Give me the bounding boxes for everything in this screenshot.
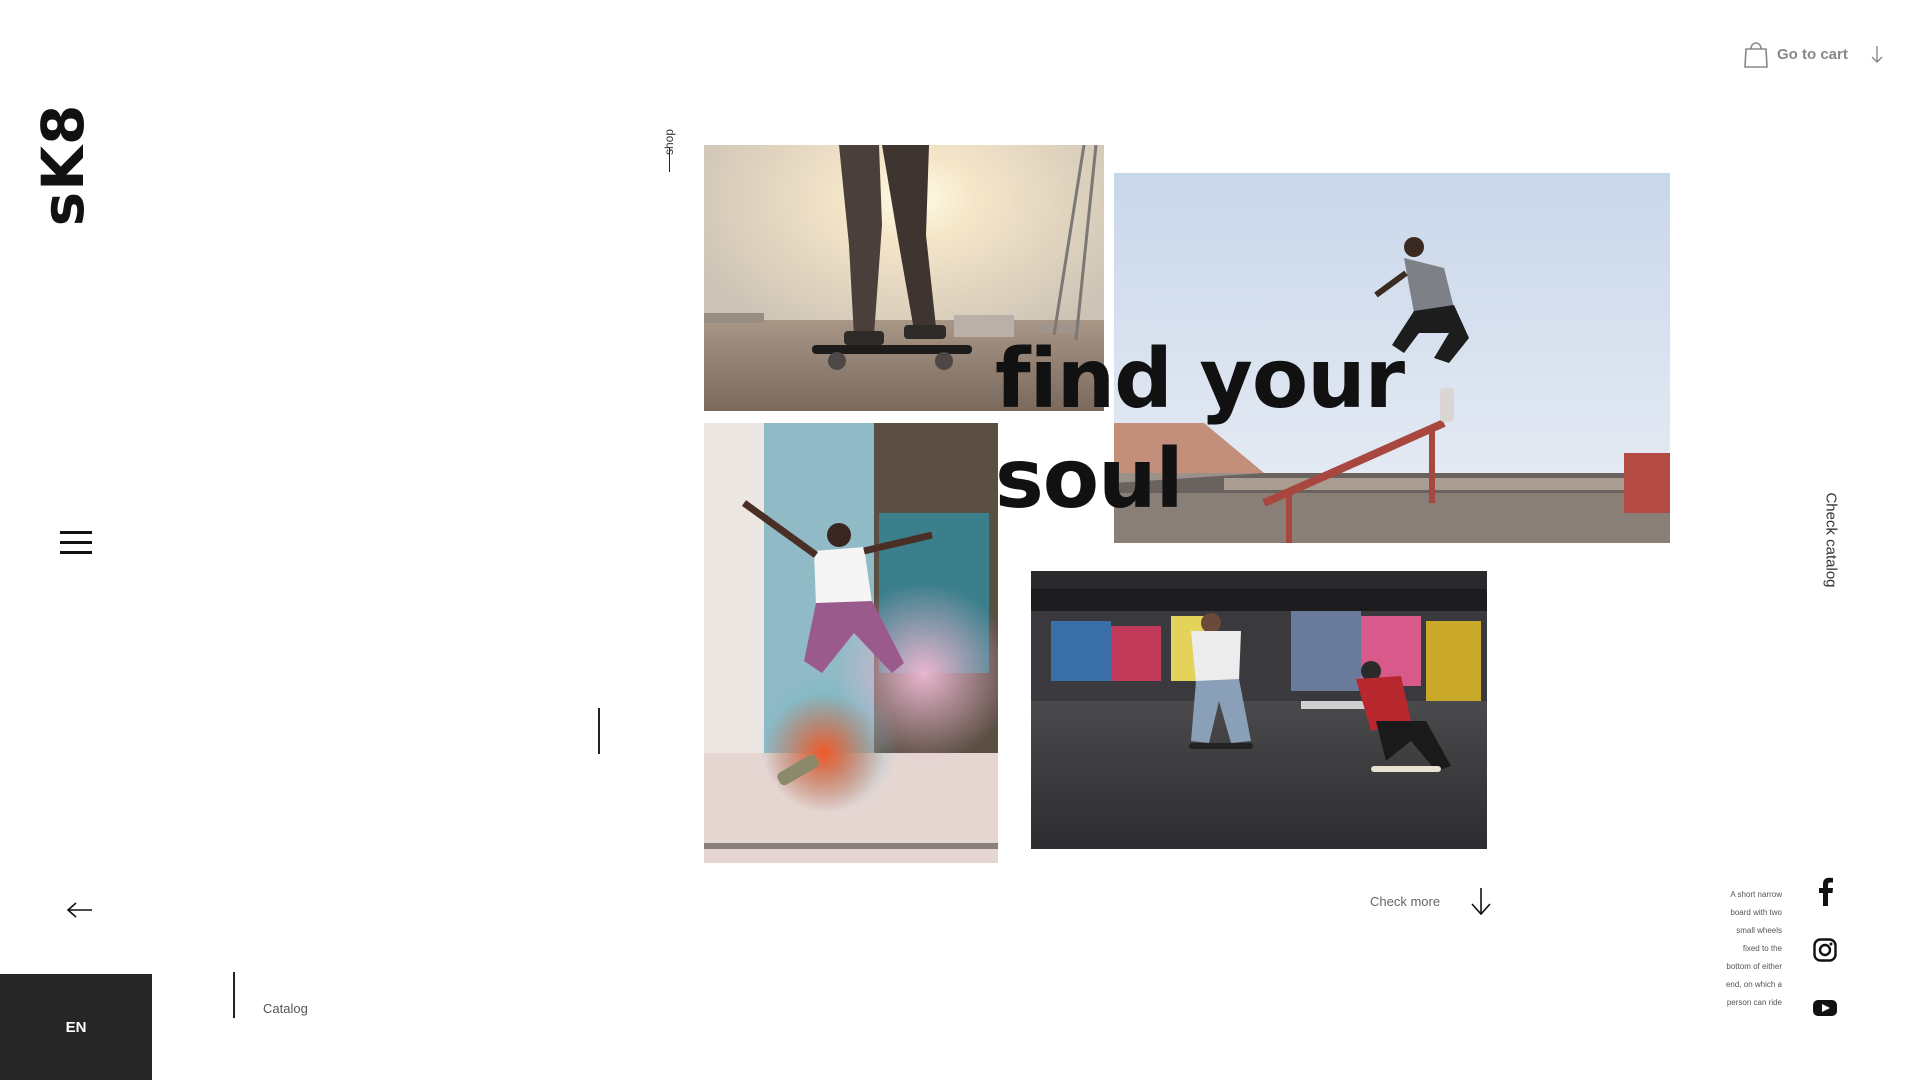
check-more-label: Check more xyxy=(1370,893,1441,909)
skateboard-description: A short narrow board with two small whee… xyxy=(1700,886,1782,1012)
description-line: board with two xyxy=(1730,908,1782,917)
language-switcher[interactable]: EN xyxy=(0,974,152,1080)
description-line: person can ride xyxy=(1726,998,1782,1007)
catalog-divider xyxy=(233,972,235,1018)
description-line: end, on which a xyxy=(1725,980,1782,989)
description-line: small wheels xyxy=(1736,926,1782,935)
photo-skatepark-graffiti xyxy=(1031,571,1487,849)
slider-indicator xyxy=(598,708,600,754)
hamburger-icon[interactable] xyxy=(60,530,92,556)
check-catalog-link[interactable]: Check catalog xyxy=(1816,480,1846,600)
hamburger-line xyxy=(60,551,92,554)
youtube-icon[interactable] xyxy=(1812,993,1838,1023)
go-to-cart-button[interactable]: Go to cart xyxy=(1743,36,1888,72)
check-more-button[interactable]: Check more xyxy=(1370,886,1494,916)
shopping-bag-icon xyxy=(1744,42,1768,68)
description-line: A short narrow xyxy=(1730,890,1782,899)
hamburger-line xyxy=(60,541,92,544)
arrow-down-icon xyxy=(1471,888,1491,916)
catalog-link[interactable]: Catalog xyxy=(263,1001,308,1016)
arrow-down-icon xyxy=(1871,46,1883,63)
language-label: EN xyxy=(65,1018,87,1036)
headline-line-1: find your xyxy=(995,332,1405,427)
brand-logo[interactable]: sK8 xyxy=(29,104,97,227)
photo-color-kickflip xyxy=(704,423,998,863)
description-line: bottom of either xyxy=(1726,962,1782,971)
arrow-left-icon[interactable] xyxy=(66,900,94,920)
shop-divider xyxy=(669,148,670,172)
description-line: fixed to the xyxy=(1742,944,1782,953)
facebook-icon[interactable] xyxy=(1812,876,1838,906)
instagram-icon[interactable] xyxy=(1812,935,1838,965)
check-catalog-label: Check catalog xyxy=(1822,492,1840,588)
brand-logo-text: sK8 xyxy=(29,103,97,227)
hamburger-line xyxy=(60,531,92,534)
hero-headline: find your soul xyxy=(995,330,1405,530)
cart-label: Go to cart xyxy=(1777,45,1848,63)
headline-line-2: soul xyxy=(995,432,1184,527)
